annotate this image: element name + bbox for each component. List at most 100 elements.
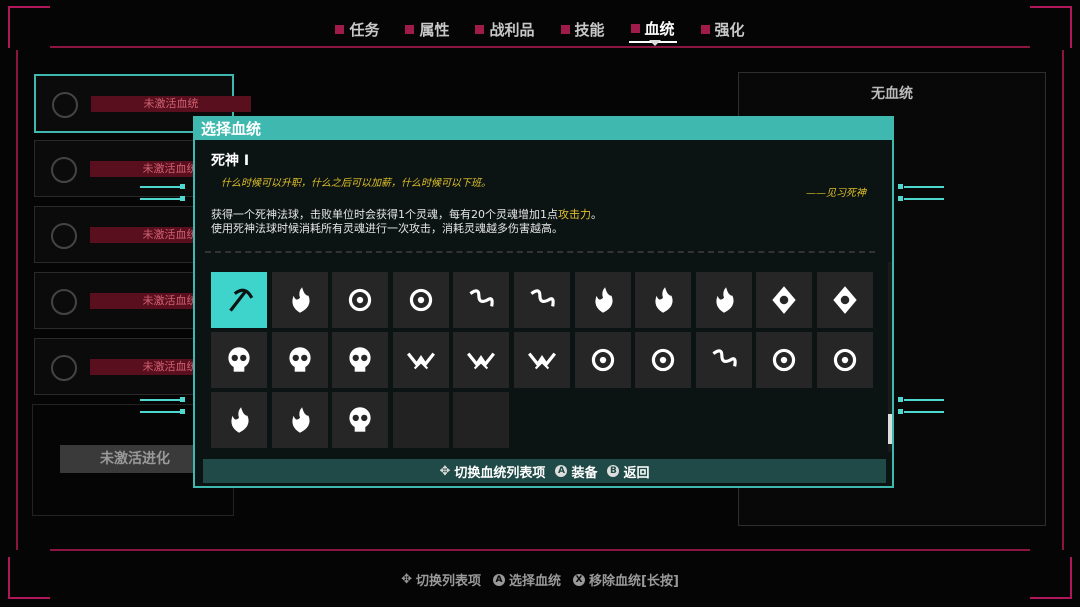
quest-icon (335, 25, 345, 34)
bloodline-cell[interactable] (271, 332, 328, 388)
a-button-icon: A (493, 573, 505, 586)
switch-label: 切换列表项 (415, 574, 481, 589)
empty-bloodline-cell (453, 392, 510, 448)
skills-icon (560, 25, 570, 34)
frame-right-line (1062, 50, 1064, 550)
tab-quests[interactable]: 任务 (333, 16, 381, 43)
bottom-hint-bar: ✥ 切换列表项 A 选择血统 X 移除血统[长按] (0, 570, 1080, 589)
dpad-icon: ✥ (401, 572, 412, 587)
a-button-icon: A (555, 465, 568, 477)
tab-bar: 任务 属性 战利品 技能 血统 强化 (0, 16, 1080, 43)
bloodline-cell[interactable] (635, 272, 692, 328)
select-bloodline-hint[interactable]: A 选择血统 (493, 570, 561, 589)
equip-button[interactable]: A 装备 (555, 462, 597, 481)
switch-label: 切换血统列表项 (454, 465, 546, 481)
divider (205, 251, 875, 257)
connector-left-bottom (140, 393, 188, 423)
bloodline-cell[interactable] (332, 332, 389, 388)
bloodline-cell[interactable] (392, 272, 449, 328)
bloodline-icon (630, 24, 640, 33)
flame-icon (594, 287, 613, 313)
select-bloodline-dialog: 选择血统 死神 I 什么时候可以升职，什么之后可以加薪，什么时候可以下班。 ——… (193, 116, 894, 488)
crystal-eye-2-icon (833, 286, 857, 314)
tab-attributes[interactable]: 属性 (403, 16, 451, 43)
bloodline-cell[interactable] (513, 332, 570, 388)
bat-wing-icon (406, 352, 435, 370)
equip-label: 装备 (571, 465, 598, 481)
eye-sun-icon (833, 348, 857, 372)
bloodline-cell[interactable] (332, 272, 389, 328)
bloodline-cell[interactable] (574, 332, 631, 388)
scrollbar-thumb[interactable] (888, 414, 892, 444)
eye-star-icon (652, 348, 675, 372)
bloodline-detail-title: 无血统 (871, 86, 913, 102)
switch-list-hint[interactable]: ✥ 切换血统列表项 (440, 462, 546, 481)
serpent-2-icon (530, 289, 555, 307)
vortex-icon (712, 349, 737, 367)
bloodline-cell[interactable] (695, 272, 752, 328)
bloodline-cell[interactable] (756, 332, 813, 388)
switch-list-hint[interactable]: ✥ 切换列表项 (401, 570, 481, 589)
flame-3-icon (716, 287, 734, 313)
active-tab-caret (649, 40, 661, 46)
horned-demon-icon (349, 288, 372, 312)
bloodline-description: 获得一个死神法球，击败单位时会获得1个灵魂，每有20个灵魂增加1点攻击力。 使用… (211, 208, 602, 236)
bloodline-cell[interactable] (513, 272, 570, 328)
empty-bloodline-cell (392, 392, 449, 448)
slot-icon (51, 355, 77, 381)
tab-enhance[interactable]: 强化 (699, 16, 747, 43)
bloodline-cell[interactable] (211, 392, 267, 448)
x-button-icon: X (573, 573, 586, 586)
dpad-icon: ✥ (439, 463, 451, 479)
tab-skills[interactable]: 技能 (559, 16, 607, 43)
bloodline-cell[interactable] (271, 392, 328, 448)
lotus-icon (231, 407, 249, 433)
bloodline-cell[interactable] (695, 332, 752, 388)
bat-wing-3-icon (527, 352, 556, 370)
bloodline-grid (211, 272, 873, 448)
loot-icon (475, 25, 485, 34)
attributes-icon (405, 25, 415, 34)
frame-top-line (50, 46, 1030, 48)
trident-flame-icon (292, 287, 310, 313)
frame-bottom-line (50, 549, 1030, 551)
desc-text: 获得一个死神法球，击败单位时会获得1个灵魂，每有20个灵魂增加1点 (211, 208, 558, 221)
grid-scrollbar[interactable] (888, 262, 892, 452)
desc-text-end: 。 (591, 208, 602, 221)
bloodline-cell[interactable] (453, 272, 510, 328)
dialog-footer: ✥ 切换血统列表项 A 装备 B 返回 (203, 459, 886, 483)
dialog-title: 选择血统 (195, 118, 892, 140)
b-button-icon: B (607, 465, 620, 477)
bloodline-cell[interactable] (211, 272, 267, 328)
select-label: 选择血统 (509, 574, 562, 589)
back-button[interactable]: B 返回 (607, 462, 649, 481)
bloodline-cell[interactable] (271, 272, 328, 328)
bloodline-cell[interactable] (756, 272, 813, 328)
slot-label: 未激活血统 (91, 96, 251, 112)
bloodline-cell[interactable] (332, 392, 389, 448)
slot-icon (51, 157, 77, 183)
scythe-icon (229, 288, 254, 312)
bloodline-cell[interactable] (574, 272, 631, 328)
bloodline-cell[interactable] (635, 332, 692, 388)
bloodline-cell[interactable] (211, 332, 267, 388)
fox-icon (773, 348, 796, 372)
bloodline-cell[interactable] (816, 332, 873, 388)
description-line-1: 获得一个死神法球，击败单位时会获得1个灵魂，每有20个灵魂增加1点攻击力。 (211, 208, 602, 222)
bloodline-cell[interactable] (816, 272, 873, 328)
bloodline-name: 死神 I (211, 153, 250, 169)
remove-bloodline-hint[interactable]: X 移除血统[长按] (573, 570, 679, 589)
tab-loot[interactable]: 战利品 (473, 16, 536, 43)
skull-3-icon (349, 347, 371, 372)
tab-bloodline[interactable]: 血统 (628, 16, 677, 43)
back-label: 返回 (623, 465, 650, 481)
enhance-icon (700, 25, 710, 34)
bloodline-cell[interactable] (453, 332, 510, 388)
description-line-2: 使用死神法球时候消耗所有灵魂进行一次攻击，消耗灵魂越多伤害越高。 (211, 222, 563, 235)
evolution-label[interactable]: 未激活进化 (60, 445, 210, 473)
bat-wing-2-icon (467, 352, 496, 370)
bloodline-cell[interactable] (392, 332, 449, 388)
crystal-eye-icon (772, 286, 797, 314)
hooded-skull-icon (349, 407, 371, 432)
bloodline-quote-signature: ——见习死神 (806, 188, 866, 199)
